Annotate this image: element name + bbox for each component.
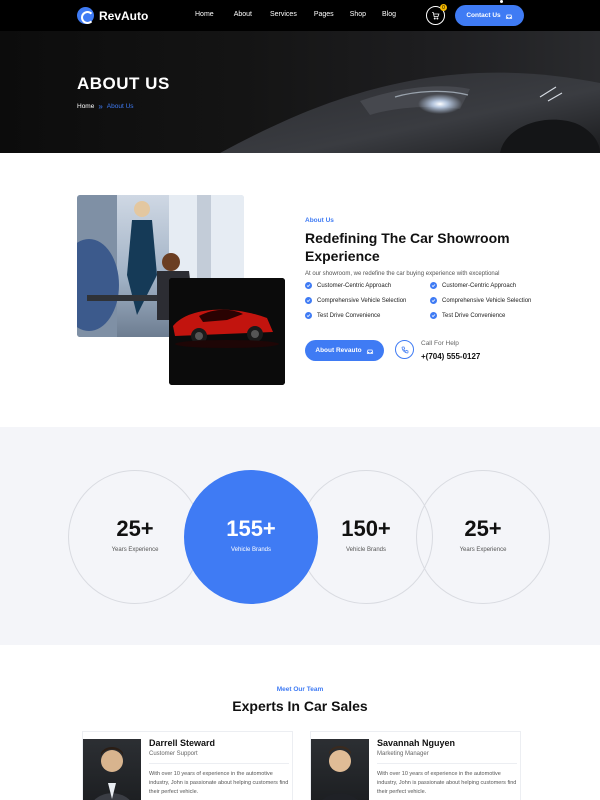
red-sports-car-image xyxy=(169,278,285,385)
check-circle-icon xyxy=(305,282,312,289)
car-icon xyxy=(505,14,512,19)
logo-text: RevAuto xyxy=(99,8,149,23)
member-role: Customer Support xyxy=(149,751,198,757)
member-bio: With over 10 years of experience in the … xyxy=(377,771,517,795)
member-photo xyxy=(311,739,369,800)
feature-item: Comprehensive Vehicle Selection xyxy=(305,297,406,304)
check-circle-icon xyxy=(305,312,312,319)
feature-label: Comprehensive Vehicle Selection xyxy=(317,297,407,304)
check-circle-icon xyxy=(430,297,437,304)
stat-number: 155+ xyxy=(226,516,276,541)
car-icon xyxy=(366,349,373,354)
divider xyxy=(377,763,517,764)
stat-circle: 25+ Years Experience xyxy=(416,470,550,604)
page-hero: ABOUT US Home » About Us xyxy=(0,31,600,153)
about-description: At our showroom, we redefine the car buy… xyxy=(305,271,500,277)
feature-label: Comprehensive Vehicle Selection xyxy=(442,297,532,304)
team-title: Experts In Car Sales xyxy=(232,698,368,714)
nav-item-pages[interactable]: Pages xyxy=(314,11,334,18)
stat-circle-highlighted: 155+ Vehicle Brands xyxy=(184,470,318,604)
stat-number: 25+ xyxy=(464,516,502,541)
member-bio: With over 10 years of experience in the … xyxy=(149,771,289,795)
phone-icon xyxy=(401,346,408,353)
stat-label: Vehicle Brands xyxy=(230,547,272,553)
stat-circle: 25+ Years Experience xyxy=(68,470,202,604)
about-eyebrow: About Us xyxy=(305,217,334,224)
stat-label: Years Experience xyxy=(459,547,507,553)
stats-section: 25+ Years Experience 150+ Vehicle Brands… xyxy=(0,427,600,645)
nav-item-services[interactable]: Services xyxy=(270,11,297,18)
decorative-dot xyxy=(500,0,503,3)
contact-us-label: Contact Us xyxy=(466,12,501,19)
divider xyxy=(149,763,289,764)
nav-item-shop[interactable]: Shop xyxy=(350,11,366,18)
logo-icon xyxy=(77,7,94,24)
about-heading: Redefining The Car Showroom Experience xyxy=(305,230,510,264)
stat-circle: 150+ Vehicle Brands xyxy=(299,470,433,604)
feature-item: Comprehensive Vehicle Selection xyxy=(430,297,531,304)
nav-item-about[interactable]: About xyxy=(234,11,252,18)
breadcrumb: Home » About Us xyxy=(77,102,134,111)
team-eyebrow: Meet Our Team xyxy=(276,686,324,693)
check-circle-icon xyxy=(430,312,437,319)
red-car-scene xyxy=(169,278,285,385)
member-portrait xyxy=(94,747,130,800)
check-circle-icon xyxy=(305,297,312,304)
nav-item-home[interactable]: Home xyxy=(195,11,214,18)
breadcrumb-home[interactable]: Home xyxy=(77,103,94,110)
call-button[interactable] xyxy=(395,340,414,359)
team-member-card[interactable]: Savannah Nguyen Marketing Manager With o… xyxy=(310,731,521,800)
check-circle-icon xyxy=(430,282,437,289)
feature-label: Customer-Centric Approach xyxy=(442,282,517,289)
about-revauto-button[interactable]: About Revauto xyxy=(305,340,384,361)
stat-number: 150+ xyxy=(341,516,391,541)
feature-label: Test Drive Convenience xyxy=(317,312,381,319)
member-role: Marketing Manager xyxy=(377,751,429,757)
breadcrumb-current: About Us xyxy=(106,103,134,110)
member-photo xyxy=(83,739,141,800)
stat-label: Years Experience xyxy=(111,547,159,553)
feature-label: Customer-Centric Approach xyxy=(317,282,392,289)
contact-us-button[interactable]: Contact Us xyxy=(455,5,524,26)
stat-number: 25+ xyxy=(116,516,154,541)
about-button-label: About Revauto xyxy=(315,347,362,354)
logo[interactable]: RevAuto xyxy=(77,7,148,24)
feature-item: Customer-Centric Approach xyxy=(430,282,516,289)
main-nav: Home About Services Pages Shop Blog xyxy=(195,11,396,18)
member-name: Savannah Nguyen xyxy=(377,738,456,748)
site-header: RevAuto Home About Services Pages Shop B… xyxy=(0,0,600,31)
help-phone-number[interactable]: +(704) 555-0127 xyxy=(421,352,480,361)
cart-count-badge: 0 xyxy=(440,4,447,11)
nav-item-blog[interactable]: Blog xyxy=(382,11,396,18)
call-for-help-label: Call For Help xyxy=(421,340,459,347)
stat-label: Vehicle Brands xyxy=(345,547,387,553)
feature-item: Test Drive Convenience xyxy=(430,312,505,319)
member-name: Darrell Steward xyxy=(149,738,216,748)
cart-button[interactable]: 0 xyxy=(426,4,447,25)
page-title: ABOUT US xyxy=(77,74,170,93)
cart-icon xyxy=(432,12,440,20)
feature-item: Customer-Centric Approach xyxy=(305,282,391,289)
member-portrait xyxy=(322,746,358,800)
feature-item: Test Drive Convenience xyxy=(305,312,380,319)
feature-label: Test Drive Convenience xyxy=(442,312,506,319)
double-chevron-right-icon: » xyxy=(98,102,103,111)
team-member-card[interactable]: Darrell Steward Customer Support With ov… xyxy=(82,731,293,800)
